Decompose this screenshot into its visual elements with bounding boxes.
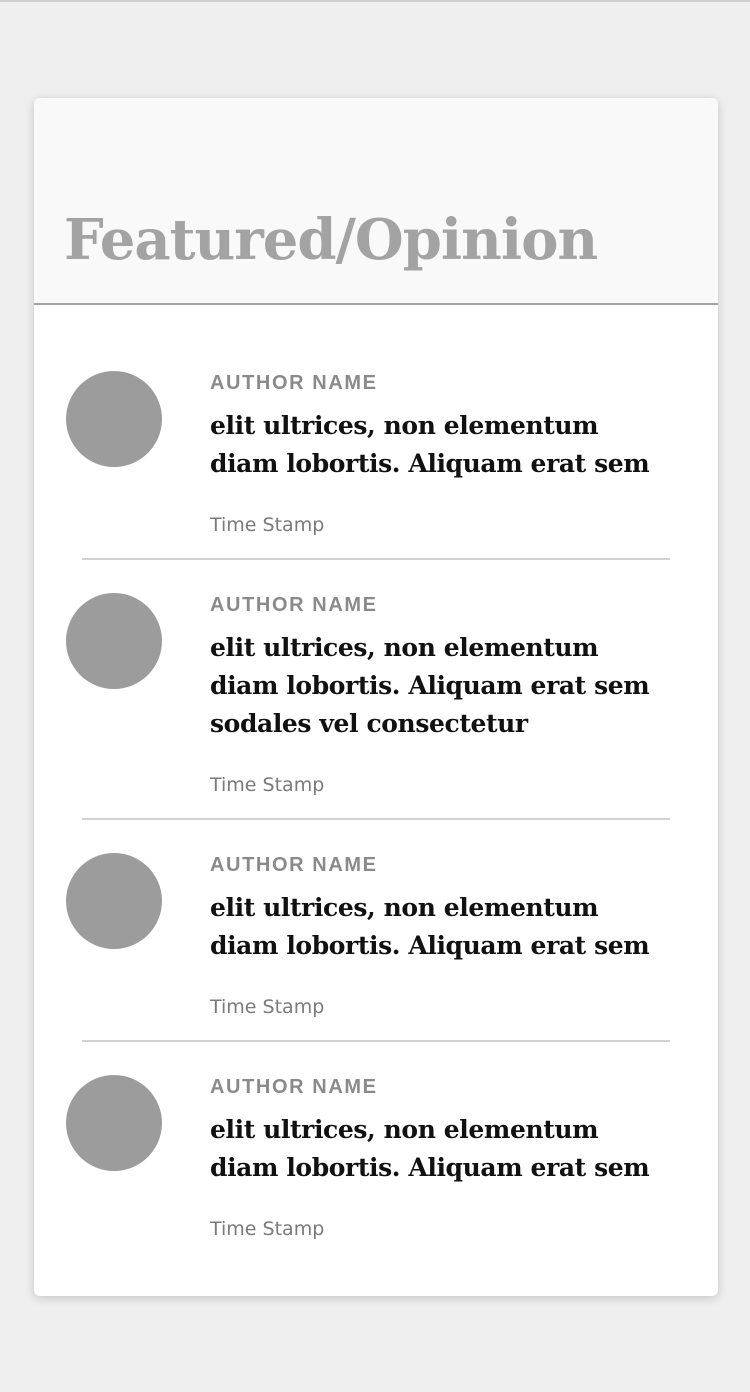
avatar[interactable] — [66, 853, 162, 949]
avatar[interactable] — [66, 1075, 162, 1171]
timestamp: Time Stamp — [210, 514, 325, 536]
headline-line: diam lobortis. Aliquam erat sem — [210, 931, 650, 960]
list-item[interactable]: AUTHOR NAME elit ultrices, non elementum… — [34, 560, 718, 820]
section-title: Featured/Opinion — [64, 207, 598, 273]
avatar[interactable] — [66, 371, 162, 467]
timestamp: Time Stamp — [210, 774, 325, 796]
headline-line: elit ultrices, non elementum — [210, 411, 599, 440]
opinion-card: Featured/Opinion AUTHOR NAME elit ultric… — [34, 98, 718, 1296]
author-name[interactable]: AUTHOR NAME — [210, 371, 378, 395]
headline[interactable]: elit ultrices, non elementum diam lobort… — [210, 889, 690, 965]
headline-line: diam lobortis. Aliquam erat sem — [210, 671, 650, 700]
card-header: Featured/Opinion — [34, 98, 718, 305]
author-name[interactable]: AUTHOR NAME — [210, 593, 378, 617]
top-rule — [0, 0, 750, 2]
headline[interactable]: elit ultrices, non elementum diam lobort… — [210, 629, 690, 743]
list-item[interactable]: AUTHOR NAME elit ultrices, non elementum… — [34, 820, 718, 1042]
timestamp: Time Stamp — [210, 996, 325, 1018]
author-name[interactable]: AUTHOR NAME — [210, 1075, 378, 1099]
author-name[interactable]: AUTHOR NAME — [210, 853, 378, 877]
headline[interactable]: elit ultrices, non elementum diam lobort… — [210, 1111, 690, 1187]
headline[interactable]: elit ultrices, non elementum diam lobort… — [210, 407, 690, 483]
list-item[interactable]: AUTHOR NAME elit ultrices, non elementum… — [34, 1042, 718, 1264]
headline-line: diam lobortis. Aliquam erat sem — [210, 449, 650, 478]
avatar[interactable] — [66, 593, 162, 689]
headline-line: diam lobortis. Aliquam erat sem — [210, 1153, 650, 1182]
headline-line: elit ultrices, non elementum — [210, 893, 599, 922]
timestamp: Time Stamp — [210, 1218, 325, 1240]
headline-line: sodales vel consectetur — [210, 709, 528, 738]
headline-line: elit ultrices, non elementum — [210, 633, 599, 662]
list-item[interactable]: AUTHOR NAME elit ultrices, non elementum… — [34, 305, 718, 560]
headline-line: elit ultrices, non elementum — [210, 1115, 599, 1144]
